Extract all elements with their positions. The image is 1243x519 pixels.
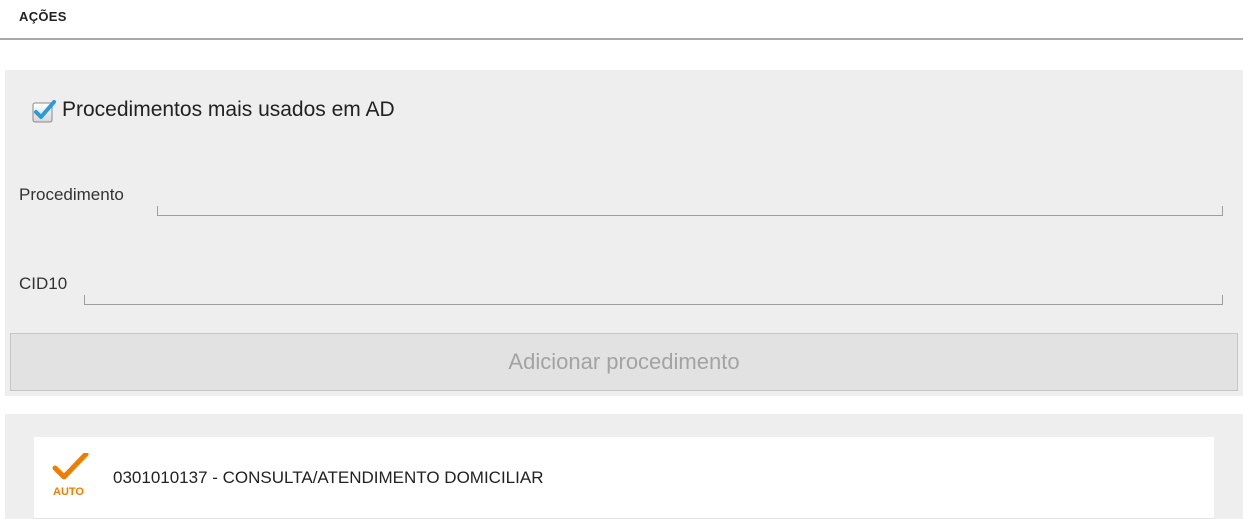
frequent-procedures-checkbox-row[interactable]: Procedimentos mais usados em AD (32, 97, 395, 123)
checkbox-label[interactable]: Procedimentos mais usados em AD (62, 98, 395, 122)
procedure-item-text: 0301010137 - CONSULTA/ATENDIMENTO DOMICI… (113, 468, 544, 487)
add-procedure-button[interactable]: Adicionar procedimento (10, 333, 1238, 391)
list-item[interactable]: AUTO 0301010137 - CONSULTA/ATENDIMENTO D… (34, 437, 1214, 519)
cid10-label: CID10 (19, 274, 68, 293)
cid10-input[interactable] (84, 295, 1223, 305)
checkmark-icon (52, 451, 89, 480)
auto-badge-label: AUTO (53, 486, 84, 498)
section-title: AÇÕES (19, 9, 67, 24)
section-header: AÇÕES (0, 0, 1243, 40)
procedure-form: Procedimentos mais usados em AD Procedim… (5, 70, 1243, 396)
auto-badge: AUTO (52, 451, 92, 501)
procedimento-label: Procedimento (19, 185, 124, 204)
procedure-list: AUTO 0301010137 - CONSULTA/ATENDIMENTO D… (5, 414, 1243, 519)
procedimento-input[interactable] (157, 206, 1223, 216)
checkbox-checked-icon[interactable] (32, 99, 56, 123)
